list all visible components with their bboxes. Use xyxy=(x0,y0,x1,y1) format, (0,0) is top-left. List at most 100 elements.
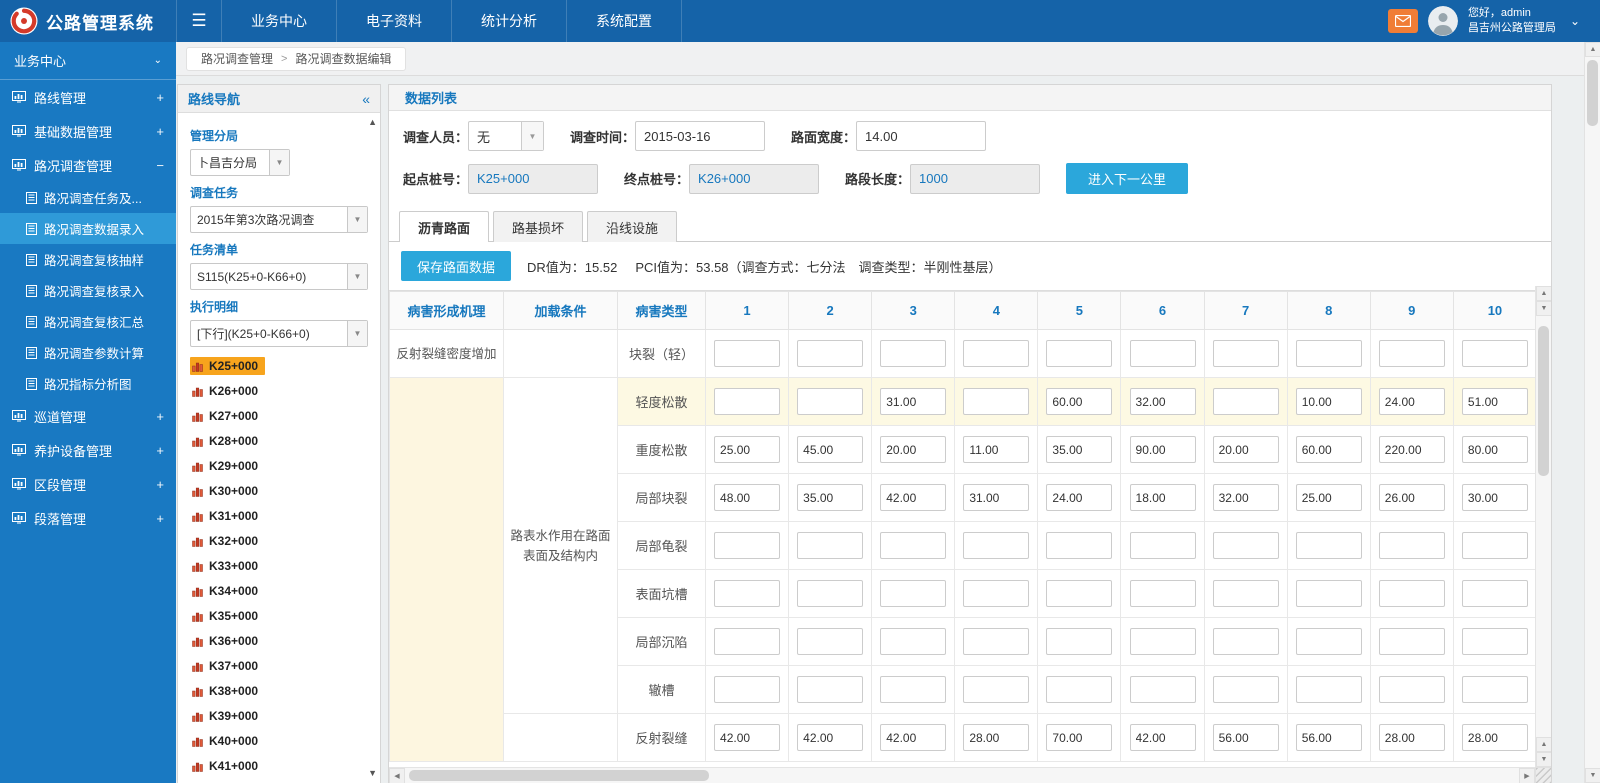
value-input-r5c10[interactable] xyxy=(1462,580,1528,607)
value-input-r2c7[interactable] xyxy=(1213,436,1279,463)
sidebar-item-5[interactable]: 区段管理+ xyxy=(0,467,176,501)
tab-roadside-facilities[interactable]: 沿线设施 xyxy=(587,211,677,242)
user-avatar-icon[interactable] xyxy=(1428,6,1458,36)
value-input-r0c2[interactable] xyxy=(797,340,863,367)
station-item[interactable]: K26+000 xyxy=(190,378,368,403)
topnav-statistics[interactable]: 统计分析 xyxy=(452,0,567,42)
value-input-r0c8[interactable] xyxy=(1296,340,1362,367)
value-input-r7c1[interactable] xyxy=(714,676,780,703)
scroll-down-icon[interactable]: ▼ xyxy=(1536,752,1552,767)
user-menu-chevron-icon[interactable]: ⌄ xyxy=(1566,14,1584,28)
value-input-r4c6[interactable] xyxy=(1130,532,1196,559)
value-input-r8c10[interactable] xyxy=(1462,724,1528,751)
station-item[interactable]: K25+000 xyxy=(190,353,368,378)
value-input-r6c1[interactable] xyxy=(714,628,780,655)
station-item[interactable]: K28+000 xyxy=(190,428,368,453)
filter-select-3[interactable]: [下行](K25+0-K66+0)▼ xyxy=(190,320,368,347)
value-input-r8c5[interactable] xyxy=(1046,724,1112,751)
value-input-r2c9[interactable] xyxy=(1379,436,1445,463)
sidebar-item-6[interactable]: 段落管理+ xyxy=(0,501,176,535)
value-input-r4c10[interactable] xyxy=(1462,532,1528,559)
sidebar-item-0[interactable]: 路线管理+ xyxy=(0,80,176,114)
value-input-r2c10[interactable] xyxy=(1462,436,1528,463)
hamburger-menu-icon[interactable]: ☰ xyxy=(176,0,222,42)
value-input-r8c6[interactable] xyxy=(1130,724,1196,751)
value-input-r0c10[interactable] xyxy=(1462,340,1528,367)
value-input-r1c5[interactable] xyxy=(1046,388,1112,415)
value-input-r3c2[interactable] xyxy=(797,484,863,511)
sidebar-subitem-3[interactable]: 路况调查复核录入 xyxy=(0,275,176,306)
station-item[interactable]: K37+000 xyxy=(190,653,368,678)
value-input-r2c8[interactable] xyxy=(1296,436,1362,463)
station-item[interactable]: K41+000 xyxy=(190,753,368,778)
value-input-r2c5[interactable] xyxy=(1046,436,1112,463)
breadcrumb-item-parent[interactable]: 路况调查管理 xyxy=(201,50,273,67)
sidebar-item-3[interactable]: 巡道管理+ xyxy=(0,399,176,433)
value-input-r0c7[interactable] xyxy=(1213,340,1279,367)
value-input-r4c4[interactable] xyxy=(963,532,1029,559)
value-input-r5c4[interactable] xyxy=(963,580,1029,607)
value-input-r7c6[interactable] xyxy=(1130,676,1196,703)
mail-icon[interactable] xyxy=(1388,9,1418,33)
value-input-r5c6[interactable] xyxy=(1130,580,1196,607)
sidebar-subitem-5[interactable]: 路况调查参数计算 xyxy=(0,337,176,368)
value-input-r3c5[interactable] xyxy=(1046,484,1112,511)
road-width-input[interactable] xyxy=(856,121,986,151)
value-input-r8c7[interactable] xyxy=(1213,724,1279,751)
value-input-r4c2[interactable] xyxy=(797,532,863,559)
sidebar-item-2[interactable]: 路况调查管理− xyxy=(0,148,176,182)
page-vertical-scrollbar[interactable]: ▲ ▼ xyxy=(1584,42,1600,783)
value-input-r7c9[interactable] xyxy=(1379,676,1445,703)
value-input-r3c6[interactable] xyxy=(1130,484,1196,511)
value-input-r5c2[interactable] xyxy=(797,580,863,607)
value-input-r1c8[interactable] xyxy=(1296,388,1362,415)
value-input-r8c8[interactable] xyxy=(1296,724,1362,751)
tab-asphalt-surface[interactable]: 沥青路面 xyxy=(399,211,489,242)
value-input-r7c5[interactable] xyxy=(1046,676,1112,703)
station-item[interactable]: K27+000 xyxy=(190,403,368,428)
value-input-r1c3[interactable] xyxy=(880,388,946,415)
station-item[interactable]: K29+000 xyxy=(190,453,368,478)
scroll-down-icon[interactable]: ▼ xyxy=(1585,768,1600,783)
value-input-r8c1[interactable] xyxy=(714,724,780,751)
filter-select-2[interactable]: S115(K25+0-K66+0)▼ xyxy=(190,263,368,290)
value-input-r5c7[interactable] xyxy=(1213,580,1279,607)
value-input-r7c4[interactable] xyxy=(963,676,1029,703)
scroll-up-icon[interactable]: ▲ xyxy=(1585,42,1600,57)
value-input-r6c2[interactable] xyxy=(797,628,863,655)
value-input-r5c3[interactable] xyxy=(880,580,946,607)
value-input-r6c6[interactable] xyxy=(1130,628,1196,655)
value-input-r0c5[interactable] xyxy=(1046,340,1112,367)
sidebar-subitem-1[interactable]: 路况调查数据录入 xyxy=(0,213,176,244)
value-input-r3c4[interactable] xyxy=(963,484,1029,511)
value-input-r1c9[interactable] xyxy=(1379,388,1445,415)
value-input-r3c9[interactable] xyxy=(1379,484,1445,511)
survey-date-input[interactable] xyxy=(635,121,765,151)
value-input-r6c5[interactable] xyxy=(1046,628,1112,655)
value-input-r8c4[interactable] xyxy=(963,724,1029,751)
table-vertical-scrollbar[interactable]: ▲ ▼ ▲ ▼ xyxy=(1535,286,1551,767)
station-item[interactable]: K35+000 xyxy=(190,603,368,628)
save-surface-data-button[interactable]: 保存路面数据 xyxy=(401,251,511,281)
value-input-r8c2[interactable] xyxy=(797,724,863,751)
value-input-r0c3[interactable] xyxy=(880,340,946,367)
value-input-r5c5[interactable] xyxy=(1046,580,1112,607)
sidebar-subitem-2[interactable]: 路况调查复核抽样 xyxy=(0,244,176,275)
value-input-r4c5[interactable] xyxy=(1046,532,1112,559)
value-input-r3c3[interactable] xyxy=(880,484,946,511)
value-input-r0c6[interactable] xyxy=(1130,340,1196,367)
scroll-down-icon[interactable]: ▼ xyxy=(1536,301,1552,316)
filter-select-0[interactable]: 卜昌吉分局▼ xyxy=(190,149,290,176)
value-input-r6c9[interactable] xyxy=(1379,628,1445,655)
value-input-r1c4[interactable] xyxy=(963,388,1029,415)
station-item[interactable]: K32+000 xyxy=(190,528,368,553)
value-input-r2c1[interactable] xyxy=(714,436,780,463)
page-scroll-thumb[interactable] xyxy=(1587,60,1598,126)
value-input-r4c8[interactable] xyxy=(1296,532,1362,559)
value-input-r1c1[interactable] xyxy=(714,388,780,415)
value-input-r4c1[interactable] xyxy=(714,532,780,559)
value-input-r5c8[interactable] xyxy=(1296,580,1362,607)
value-input-r2c4[interactable] xyxy=(963,436,1029,463)
scroll-left-icon[interactable]: ◀ xyxy=(389,768,405,783)
topnav-system-config[interactable]: 系统配置 xyxy=(567,0,682,42)
